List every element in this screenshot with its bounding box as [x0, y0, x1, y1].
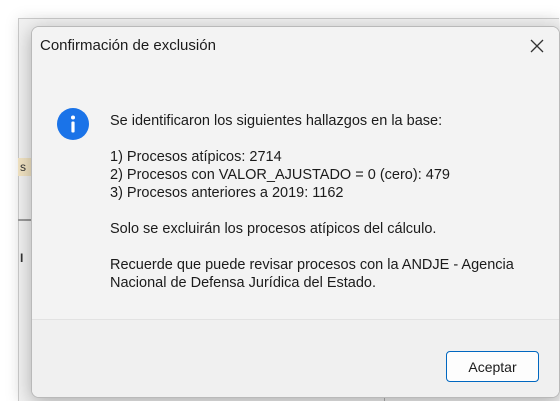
message-reminder: Nacional de Defensa Jurídica del Estado. — [110, 275, 376, 291]
close-button[interactable] — [515, 27, 559, 65]
background-text-fragment: I — [20, 251, 24, 265]
dialog-titlebar: Confirmación de exclusión — [32, 27, 559, 65]
accept-button[interactable]: Aceptar — [446, 351, 539, 382]
message-reminder: Recuerde que puede revisar procesos con … — [110, 257, 514, 273]
close-icon — [530, 39, 544, 53]
message-item: 1) Procesos atípicos: 2714 — [110, 149, 282, 165]
message-note: Solo se excluirán los procesos atípicos … — [110, 221, 437, 237]
background-text-fragment: s — [20, 160, 26, 174]
message-item: 2) Procesos con VALOR_AJUSTADO = 0 (cero… — [110, 167, 450, 183]
dialog-content: Se identificaron los siguientes hallazgo… — [32, 65, 559, 319]
dialog-title: Confirmación de exclusión — [40, 37, 216, 54]
confirmation-dialog: Confirmación de exclusión Se identificar… — [31, 26, 560, 398]
message-item: 3) Procesos anteriores a 2019: 1162 — [110, 185, 344, 201]
message-intro: Se identificaron los siguientes hallazgo… — [110, 113, 443, 129]
dialog-message: Se identificaron los siguientes hallazgo… — [110, 112, 550, 292]
background-divider — [18, 219, 32, 221]
info-icon — [57, 108, 89, 140]
dialog-footer: Aceptar — [32, 319, 559, 397]
